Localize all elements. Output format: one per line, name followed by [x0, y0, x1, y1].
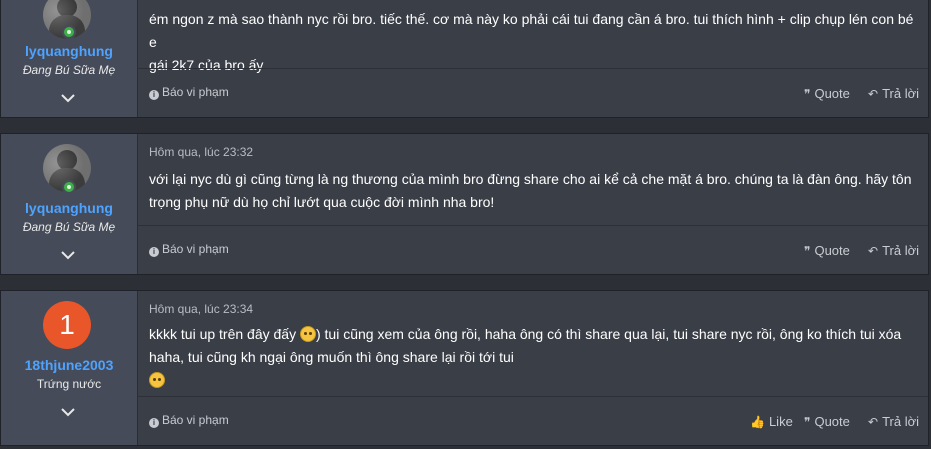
chevron-down-icon[interactable] — [61, 250, 75, 260]
post: lyquanghung Đang Bú Sữa Mẹ ém ngon z mà … — [0, 0, 929, 118]
post-date[interactable]: Hôm qua, lúc 23:34 — [149, 302, 253, 316]
username[interactable]: lyquanghung — [1, 43, 137, 59]
post-user-panel: lyquanghung Đang Bú Sữa Mẹ — [1, 0, 138, 117]
quote-label: Quote — [814, 414, 850, 429]
chevron-down-icon[interactable] — [61, 407, 75, 417]
post: 1 18thjune2003 Trứng nước Hôm qua, lúc 2… — [0, 290, 929, 446]
post-message: ém ngon z mà sao thành nyc rồi bro. tiếc… — [149, 8, 916, 77]
emoji-icon — [299, 326, 316, 342]
like-icon: 👍 — [750, 415, 765, 429]
message-line — [149, 369, 916, 392]
username[interactable]: 18thjune2003 — [1, 357, 137, 373]
info-icon: i — [149, 247, 159, 257]
post-user-panel: 1 18thjune2003 Trứng nước — [1, 291, 138, 445]
user-title: Trứng nước — [36, 377, 102, 391]
report-link[interactable]: i Báo vi phạm — [149, 413, 229, 428]
post-footer: i Báo vi phạm 👍 Like ❞ Quote ↶ Trả lời — [138, 396, 928, 445]
post-footer: i Báo vi phạm ❞ Quote ↶ Trả lời — [138, 68, 928, 117]
reply-button[interactable]: ↶ Trả lời — [868, 86, 919, 101]
report-link[interactable]: i Báo vi phạm — [149, 85, 229, 100]
report-label: Báo vi phạm — [162, 242, 229, 256]
online-status-icon — [62, 180, 76, 194]
message-line: trọng phụ nữ dù họ chỉ lướt qua cuộc đời… — [149, 194, 495, 210]
reply-icon: ↶ — [868, 244, 879, 258]
avatar[interactable]: 1 — [43, 301, 91, 349]
quote-label: Quote — [814, 243, 850, 258]
post-content: Hôm qua, lúc 23:32 với lại nyc dù gì cũn… — [138, 134, 928, 274]
report-link[interactable]: i Báo vi phạm — [149, 242, 229, 257]
post-message: với lại nyc dù gì cũng từng là ng thương… — [149, 168, 916, 214]
reply-label: Trả lời — [882, 86, 919, 101]
emoji-icon — [149, 372, 165, 388]
quote-icon: ❞ — [804, 244, 811, 258]
user-title: Đang Bú Sữa Mẹ — [22, 220, 116, 234]
message-text: kkkk tui up trên đây đấy — [149, 326, 297, 342]
message-line: ém ngon z mà sao thành nyc rồi bro. tiếc… — [149, 11, 914, 50]
like-label: Like — [768, 414, 793, 429]
post-content: Hôm qua, lúc 23:34 kkkk tui up trên đây … — [138, 291, 928, 445]
quote-icon: ❞ — [804, 415, 811, 429]
post-user-panel: lyquanghung Đang Bú Sữa Mẹ — [1, 134, 138, 274]
post-footer: i Báo vi phạm ❞ Quote ↶ Trả lời — [138, 225, 928, 274]
reply-icon: ↶ — [868, 87, 879, 101]
info-icon: i — [149, 418, 159, 428]
user-title: Đang Bú Sữa Mẹ — [22, 63, 116, 77]
quote-label: Quote — [814, 86, 850, 101]
post-date[interactable]: Hôm qua, lúc 23:32 — [149, 145, 253, 159]
report-label: Báo vi phạm — [162, 413, 229, 427]
message-line: haha, tui cũng kh ngại ông muốn thì ông … — [149, 349, 514, 365]
message-line: kkkk tui up trên đây đấy ) tui cũng xem … — [149, 323, 916, 346]
chevron-down-icon[interactable] — [61, 93, 75, 103]
quote-button[interactable]: ❞ Quote — [804, 414, 850, 429]
post-content: ém ngon z mà sao thành nyc rồi bro. tiếc… — [138, 0, 928, 117]
online-status-icon — [62, 25, 76, 39]
reply-icon: ↶ — [868, 415, 879, 429]
report-label: Báo vi phạm — [162, 85, 229, 99]
username[interactable]: lyquanghung — [1, 200, 137, 216]
message-text: ) tui cũng xem của ông rồi, haha ông có … — [315, 326, 902, 342]
reply-label: Trả lời — [882, 414, 919, 429]
reply-button[interactable]: ↶ Trả lời — [868, 414, 919, 429]
reply-label: Trả lời — [882, 243, 919, 258]
quote-button[interactable]: ❞ Quote — [804, 243, 850, 258]
message-line: với lại nyc dù gì cũng từng là ng thương… — [149, 171, 912, 187]
reply-button[interactable]: ↶ Trả lời — [868, 243, 919, 258]
post: lyquanghung Đang Bú Sữa Mẹ Hôm qua, lúc … — [0, 133, 929, 275]
like-button[interactable]: 👍 Like — [750, 414, 793, 429]
info-icon: i — [149, 90, 159, 100]
post-message: kkkk tui up trên đây đấy ) tui cũng xem … — [149, 323, 916, 392]
quote-button[interactable]: ❞ Quote — [804, 86, 850, 101]
quote-icon: ❞ — [804, 87, 811, 101]
